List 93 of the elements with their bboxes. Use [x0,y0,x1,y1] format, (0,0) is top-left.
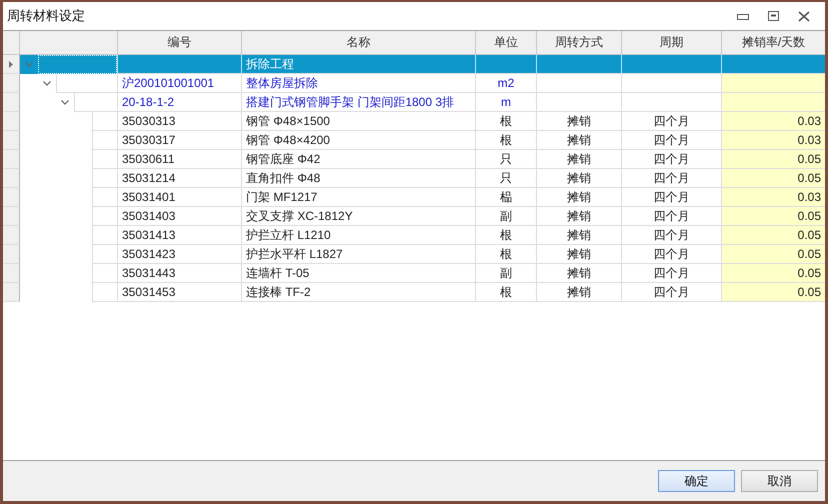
name-cell: 护拦水平杆 L1827 [242,245,476,264]
tree-cell [92,131,117,150]
unit-cell: 副 [476,264,537,283]
method-cell: 摊销 [537,188,622,207]
unit-cell: 榀 [476,188,537,207]
name-cell: 钢管 Φ48×4200 [242,131,476,150]
rate-cell[interactable]: 0.05 [722,264,825,283]
unit-cell: 根 [476,245,537,264]
tree-cell [92,226,117,245]
method-cell: 摊销 [537,169,622,188]
method-cell: 摊销 [537,112,622,131]
row-header[interactable] [3,226,20,245]
row-header[interactable] [3,55,20,74]
close-icon[interactable] [798,10,810,22]
row-header[interactable] [3,169,20,188]
unit-cell: m2 [476,74,537,93]
window-title: 周转材料设定 [7,7,85,25]
row-header[interactable] [3,207,20,226]
tree-cell [92,169,117,188]
unit-cell: 根 [476,283,537,302]
method-cell: 摊销 [537,264,622,283]
unit-cell [476,55,537,74]
tree-cell [92,188,117,207]
rate-cell[interactable]: 0.05 [722,283,825,302]
name-cell: 连墙杆 T-05 [242,264,476,283]
row-header[interactable] [3,150,20,169]
row-header[interactable] [3,264,20,283]
row-header[interactable] [3,245,20,264]
row-header[interactable] [3,283,20,302]
code-cell: 35031423 [118,245,242,264]
code-cell: 35030313 [118,112,242,131]
code-cell: 35031214 [118,169,242,188]
code-cell: 35030611 [118,150,242,169]
code-cell: 35031413 [118,226,242,245]
name-cell: 钢管 Φ48×1500 [242,112,476,131]
tree-cell [92,245,117,264]
tree-cell [92,112,117,131]
name-cell: 拆除工程 [242,55,476,74]
code-cell: 20-18-1-2 [118,93,242,112]
rate-cell[interactable] [722,55,825,74]
unit-cell: 根 [476,112,537,131]
code-cell: 沪200101001001 [118,74,242,93]
method-cell: 摊销 [537,226,622,245]
unit-cell: 根 [476,131,537,150]
rate-cell[interactable]: 0.05 [722,245,825,264]
tree-cell [92,264,117,283]
tree-cell [56,74,117,93]
rate-cell[interactable]: 0.03 [722,131,825,150]
minimize-icon[interactable] [737,12,749,20]
row-header[interactable] [3,93,20,112]
name-cell: 直角扣件 Φ48 [242,169,476,188]
name-cell: 钢管底座 Φ42 [242,150,476,169]
rate-cell[interactable]: 0.05 [722,169,825,188]
unit-cell: 只 [476,150,537,169]
method-cell: 摊销 [537,150,622,169]
row-header[interactable] [3,188,20,207]
rate-cell[interactable]: 0.03 [722,112,825,131]
rate-cell[interactable]: 0.05 [722,226,825,245]
tree-cell [74,93,117,112]
tree-cell [92,150,117,169]
unit-cell: 只 [476,169,537,188]
method-cell: 摊销 [537,283,622,302]
rate-cell[interactable] [722,93,825,112]
name-cell: 护拦立杆 L1210 [242,226,476,245]
unit-cell: m [476,93,537,112]
unit-cell: 根 [476,226,537,245]
ok-button[interactable]: 确定 [658,470,735,492]
code-cell: 35031401 [118,188,242,207]
code-cell: 35031443 [118,264,242,283]
tree-cell [92,207,117,226]
code-cell: 35031453 [118,283,242,302]
unit-cell: 副 [476,207,537,226]
current-row-icon [9,60,13,68]
maximize-icon[interactable] [768,11,779,21]
method-cell: 摊销 [537,207,622,226]
cancel-button[interactable]: 取消 [741,470,818,492]
name-cell: 整体房屋拆除 [242,74,476,93]
code-cell: 35030317 [118,131,242,150]
code-cell: 35031403 [118,207,242,226]
name-cell: 交叉支撑 XC-1812Y [242,207,476,226]
name-cell: 门架 MF1217 [242,188,476,207]
rate-cell[interactable]: 0.05 [722,207,825,226]
row-header[interactable] [3,131,20,150]
rate-cell[interactable]: 0.05 [722,150,825,169]
row-header[interactable] [3,74,20,93]
name-cell: 连接棒 TF-2 [242,283,476,302]
rate-cell[interactable]: 0.03 [722,188,825,207]
row-header[interactable] [3,112,20,131]
method-cell: 摊销 [537,245,622,264]
rate-cell[interactable] [722,74,825,93]
name-cell: 搭建门式钢管脚手架 门架间距1800 3排 [242,93,476,112]
tree-cell [92,283,117,302]
method-cell: 摊销 [537,131,622,150]
